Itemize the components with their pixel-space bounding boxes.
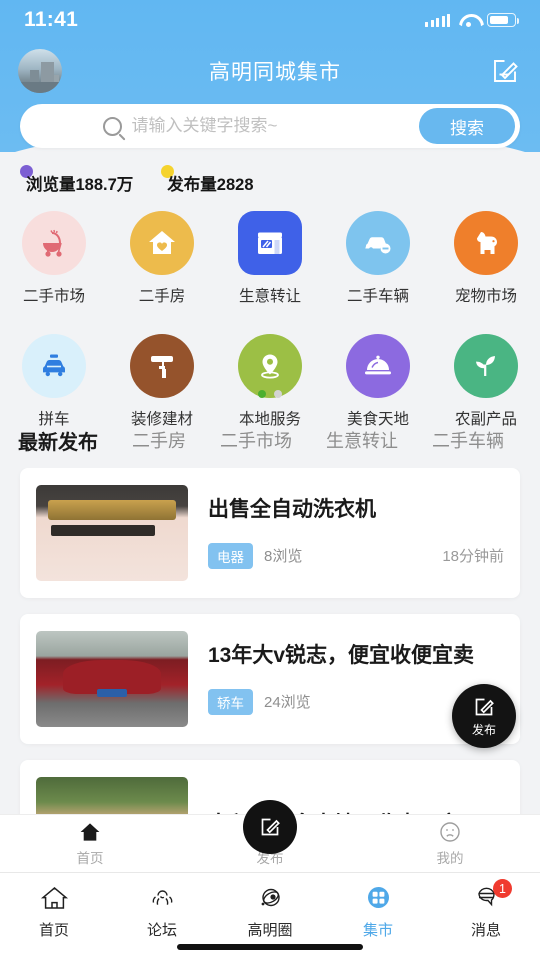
sprout-icon: [454, 334, 518, 398]
category-item-secondhand-house[interactable]: 二手房: [108, 205, 216, 306]
category-item-food[interactable]: 美食天地: [324, 328, 432, 429]
inner-nav-label: 首页: [76, 851, 104, 866]
category-label: 生意转让: [238, 288, 301, 305]
category-item-agricultural[interactable]: 农副产品: [432, 328, 540, 429]
tab-secondhand-market[interactable]: 二手市场: [220, 427, 292, 453]
avatar[interactable]: [18, 49, 62, 93]
circle-planet-icon: [261, 888, 280, 907]
stat-views-label: 浏览量188.7万: [26, 176, 134, 194]
inner-nav-mine[interactable]: 我的: [360, 820, 540, 867]
stats-row: 浏览量188.7万 发布量2828: [0, 165, 540, 198]
post-body: 出售全自动洗衣机 电器 8浏览 18分钟前: [208, 497, 504, 569]
home-filled-icon: [80, 823, 100, 841]
table-row[interactable]: 出售全自动洗衣机 电器 8浏览 18分钟前: [20, 468, 520, 598]
status-time: 11:41: [24, 8, 79, 31]
home-indicator: [177, 944, 363, 950]
inner-nav-home[interactable]: 首页: [0, 820, 180, 867]
house-heart-icon: [130, 211, 194, 275]
stat-posts: 发布量2828: [161, 165, 254, 195]
category-row-2: 拼车 装修建材 本地服务 美食天地 农副产品: [0, 328, 540, 429]
post-title: 出售全自动洗衣机: [208, 498, 376, 522]
tab-business-transfer[interactable]: 生意转让: [326, 427, 398, 453]
tabbar-label: 论坛: [146, 922, 177, 939]
tabbar-item-forum[interactable]: 论坛: [108, 883, 216, 940]
pager-dot-active[interactable]: [258, 390, 266, 398]
category-item-pet-market[interactable]: 宠物市场: [432, 205, 540, 306]
category-item-secondhand-car[interactable]: 二手车辆: [324, 205, 432, 306]
paint-roller-icon: [130, 334, 194, 398]
taxi-icon: [22, 334, 86, 398]
status-badge: 1: [493, 879, 512, 898]
compose-edit-icon: [261, 818, 280, 836]
sad-face-icon: [440, 822, 460, 842]
category-row-1: 二手市场 二手房 生意转让 二手车辆 宠物市场: [0, 205, 540, 306]
stat-views: 浏览量188.7万: [20, 165, 134, 195]
category-item-secondhand-market[interactable]: 二手市场: [0, 205, 108, 306]
post-title: 13年大v锐志，便宜收便宜卖: [208, 644, 475, 668]
car-icon: [346, 211, 410, 275]
compose-edit-icon[interactable]: [488, 54, 522, 88]
carousel-pager: [0, 390, 540, 398]
header-nav: 高明同城集市: [0, 42, 540, 100]
wifi-icon: [459, 13, 478, 27]
category-label: 二手车辆: [346, 288, 409, 305]
signal-bars-icon: [425, 13, 450, 27]
status-bar: 11:41: [0, 0, 540, 40]
page-title: 高明同城集市: [209, 61, 341, 84]
search-icon: [102, 116, 122, 136]
market-grid-icon: [367, 887, 389, 908]
location-pin-icon: [238, 334, 302, 398]
category-item-business-transfer[interactable]: 生意转让: [216, 205, 324, 306]
tabbar-label: 首页: [38, 922, 69, 939]
tabbar-label: 消息: [470, 922, 501, 939]
tab-secondhand-car[interactable]: 二手车辆: [432, 427, 504, 453]
category-label: 二手房: [138, 288, 186, 305]
category-item-decoration-materials[interactable]: 装修建材: [108, 328, 216, 429]
compose-edit-icon: [475, 698, 494, 716]
tabbar-item-circle[interactable]: 高明圈: [216, 883, 324, 940]
washing-machine-photo: [36, 485, 188, 581]
post-time: 18分钟前: [442, 548, 504, 566]
app-screen: 11:41 高明同城集市 搜索: [0, 0, 540, 960]
search-button[interactable]: 搜索: [419, 108, 515, 144]
post-views: 8浏览: [264, 548, 303, 566]
home-outline-icon: [40, 887, 68, 909]
publish-fab[interactable]: 发布: [452, 684, 516, 748]
tabbar-item-home[interactable]: 首页: [0, 883, 108, 940]
tabbar-item-message[interactable]: 1 消息: [432, 879, 540, 940]
category-label: 二手市场: [22, 288, 85, 305]
table-row[interactable]: 13年大v锐志，便宜收便宜卖 轿车 24浏览 18: [20, 614, 520, 744]
stat-posts-label: 发布量2828: [167, 176, 254, 194]
food-cloche-icon: [346, 334, 410, 398]
post-views: 24浏览: [264, 694, 311, 712]
inner-publish-fab[interactable]: [243, 800, 297, 854]
content-tabs: 最新发布 二手房 二手市场 生意转让 二手车辆: [0, 418, 540, 462]
tabbar-item-market[interactable]: 集市: [324, 883, 432, 940]
status-badge: 电器: [208, 542, 253, 569]
forum-icon: [152, 890, 172, 905]
inner-nav-label: 我的: [436, 851, 464, 866]
tab-secondhand-house[interactable]: 二手房: [132, 427, 186, 453]
status-badge: 轿车: [208, 688, 253, 715]
dog-icon: [454, 211, 518, 275]
category-label: 宠物市场: [454, 288, 517, 305]
tab-latest[interactable]: 最新发布: [18, 426, 98, 455]
search-field[interactable]: [20, 116, 419, 136]
publish-fab-label: 发布: [471, 723, 496, 737]
tabbar-label: 集市: [362, 922, 393, 939]
category-item-carpool[interactable]: 拼车: [0, 328, 108, 429]
shop-icon: [238, 211, 302, 275]
battery-icon: [487, 13, 520, 27]
pager-dot[interactable]: [274, 390, 282, 398]
stroller-icon: [22, 211, 86, 275]
status-indicators: [425, 13, 520, 27]
search-input[interactable]: [131, 116, 337, 136]
category-item-local-service[interactable]: 本地服务: [216, 328, 324, 429]
tabbar-label: 高明圈: [247, 922, 293, 939]
red-car-photo: [36, 631, 188, 727]
post-meta: 电器 8浏览 18分钟前: [208, 542, 504, 569]
search-bar: 搜索: [20, 104, 520, 148]
